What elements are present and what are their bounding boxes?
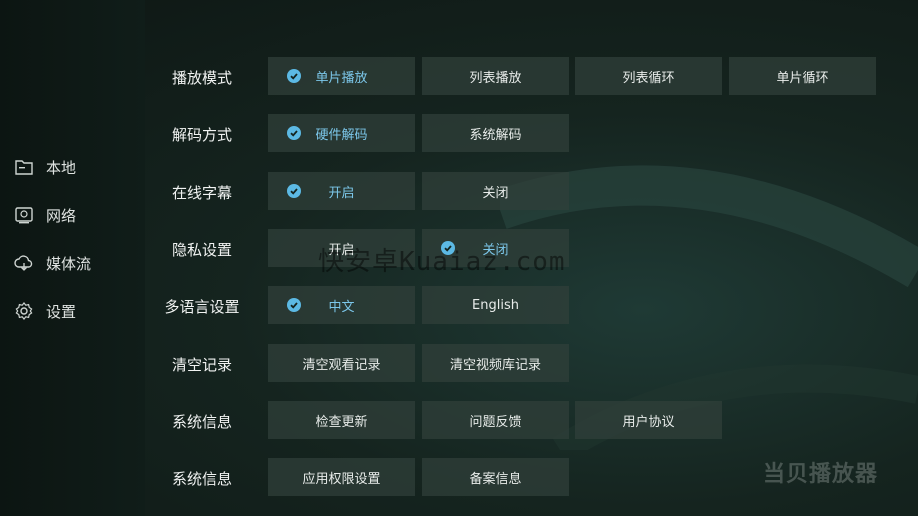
option-label: 用户协议: [622, 414, 675, 430]
setting-label: 多语言设置: [164, 298, 240, 316]
sidebar-item-settings[interactable]: 设置: [14, 299, 76, 323]
option-label: 单片循环: [776, 70, 829, 86]
option-label: 清空观看记录: [302, 357, 381, 373]
setting-option-button[interactable]: 问题反馈: [422, 401, 569, 439]
gear-icon: [15, 302, 33, 320]
option-label: 列表循环: [622, 70, 675, 86]
sidebar-item-label: 本地: [46, 158, 77, 177]
option-label: 系统解码: [469, 127, 522, 143]
setting-option-button[interactable]: 系统解码: [422, 114, 569, 152]
setting-option-button[interactable]: 中文: [268, 286, 415, 324]
checkmark-icon: [287, 69, 301, 83]
sidebar-item-label: 设置: [46, 302, 77, 321]
setting-option-button[interactable]: 列表循环: [575, 57, 722, 95]
option-label: 关闭: [482, 185, 509, 201]
setting-option-button[interactable]: 开启: [268, 172, 415, 210]
setting-option-button[interactable]: English: [422, 286, 569, 324]
option-label: 中文: [328, 299, 355, 315]
setting-option-button[interactable]: 用户协议: [575, 401, 722, 439]
option-label: 应用权限设置: [302, 471, 381, 487]
option-label: 问题反馈: [469, 414, 522, 430]
option-label: 清空视频库记录: [449, 357, 541, 373]
sidebar-item-local[interactable]: 本地: [14, 155, 76, 179]
option-label: 检查更新: [315, 414, 368, 430]
setting-option-button[interactable]: 清空观看记录: [268, 344, 415, 382]
setting-option-button[interactable]: 检查更新: [268, 401, 415, 439]
setting-option-button[interactable]: 单片播放: [268, 57, 415, 95]
network-drive-icon: [15, 207, 33, 224]
option-label: English: [472, 297, 519, 313]
setting-label: 系统信息: [171, 470, 232, 488]
option-label: 开启: [328, 185, 355, 201]
option-label: 备案信息: [469, 471, 522, 487]
brand-logo-text: 当贝播放器: [762, 462, 878, 487]
folder-icon: [15, 160, 33, 175]
sidebar-item-label: 网络: [46, 206, 77, 225]
setting-label: 解码方式: [171, 126, 232, 144]
setting-option-button[interactable]: 应用权限设置: [268, 458, 415, 496]
sidebar-item-network[interactable]: 网络: [14, 203, 76, 227]
checkmark-icon: [287, 184, 301, 198]
checkmark-icon: [287, 298, 301, 312]
setting-option-button[interactable]: 列表播放: [422, 57, 569, 95]
setting-option-button[interactable]: 备案信息: [422, 458, 569, 496]
setting-label: 播放模式: [171, 69, 232, 87]
watermark: 快安卓Kuaiaz.com: [318, 247, 566, 277]
setting-label: 清空记录: [171, 356, 232, 374]
sidebar-item-label: 媒体流: [46, 254, 92, 273]
option-label: 列表播放: [469, 70, 522, 86]
option-label: 单片播放: [315, 70, 368, 86]
setting-label: 在线字幕: [171, 184, 232, 202]
setting-label: 隐私设置: [171, 241, 232, 259]
setting-option-button[interactable]: 关闭: [422, 172, 569, 210]
sidebar: 本地 网络 媒体流 设置: [0, 0, 145, 516]
checkmark-icon: [287, 126, 301, 140]
cloud-icon: [14, 255, 33, 271]
option-label: 硬件解码: [315, 127, 368, 143]
setting-option-button[interactable]: 清空视频库记录: [422, 344, 569, 382]
setting-option-button[interactable]: 硬件解码: [268, 114, 415, 152]
sidebar-item-media-stream[interactable]: 媒体流: [14, 251, 91, 275]
setting-option-button[interactable]: 单片循环: [729, 57, 876, 95]
setting-label: 系统信息: [171, 413, 232, 431]
